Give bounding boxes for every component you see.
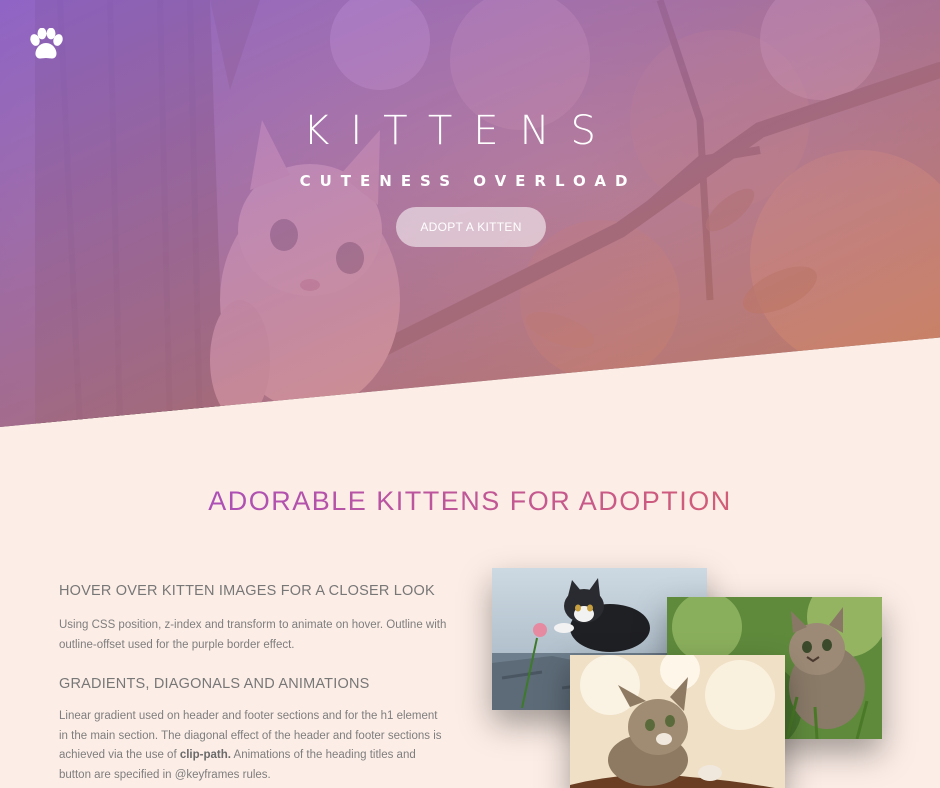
kitten-looking-up-photo[interactable] [570, 655, 785, 788]
section-text-gradients: Linear gradient used on header and foote… [59, 707, 449, 785]
section-title-hover: HOVER OVER KITTEN IMAGES FOR A CLOSER LO… [59, 583, 435, 599]
clip-path-term: clip-path. [179, 749, 231, 761]
page-title: KITTENS [303, 108, 617, 154]
main-heading: ADORABLE KITTENS FOR ADOPTION [0, 486, 940, 517]
section-title-gradients: GRADIENTS, DIAGONALS AND ANIMATIONS [59, 676, 370, 692]
page-subtitle: CUTENESS OVERLOAD [299, 172, 637, 190]
adopt-kitten-button[interactable]: ADOPT A KITTEN [396, 207, 546, 247]
info-column: HOVER OVER KITTEN IMAGES FOR A CLOSER LO… [59, 583, 449, 785]
paw-icon[interactable] [28, 27, 64, 62]
header: KITTENS CUTENESS OVERLOAD ADOPT A KITTEN [0, 0, 940, 427]
section-text-hover: Using CSS position, z-index and transfor… [59, 619, 447, 651]
